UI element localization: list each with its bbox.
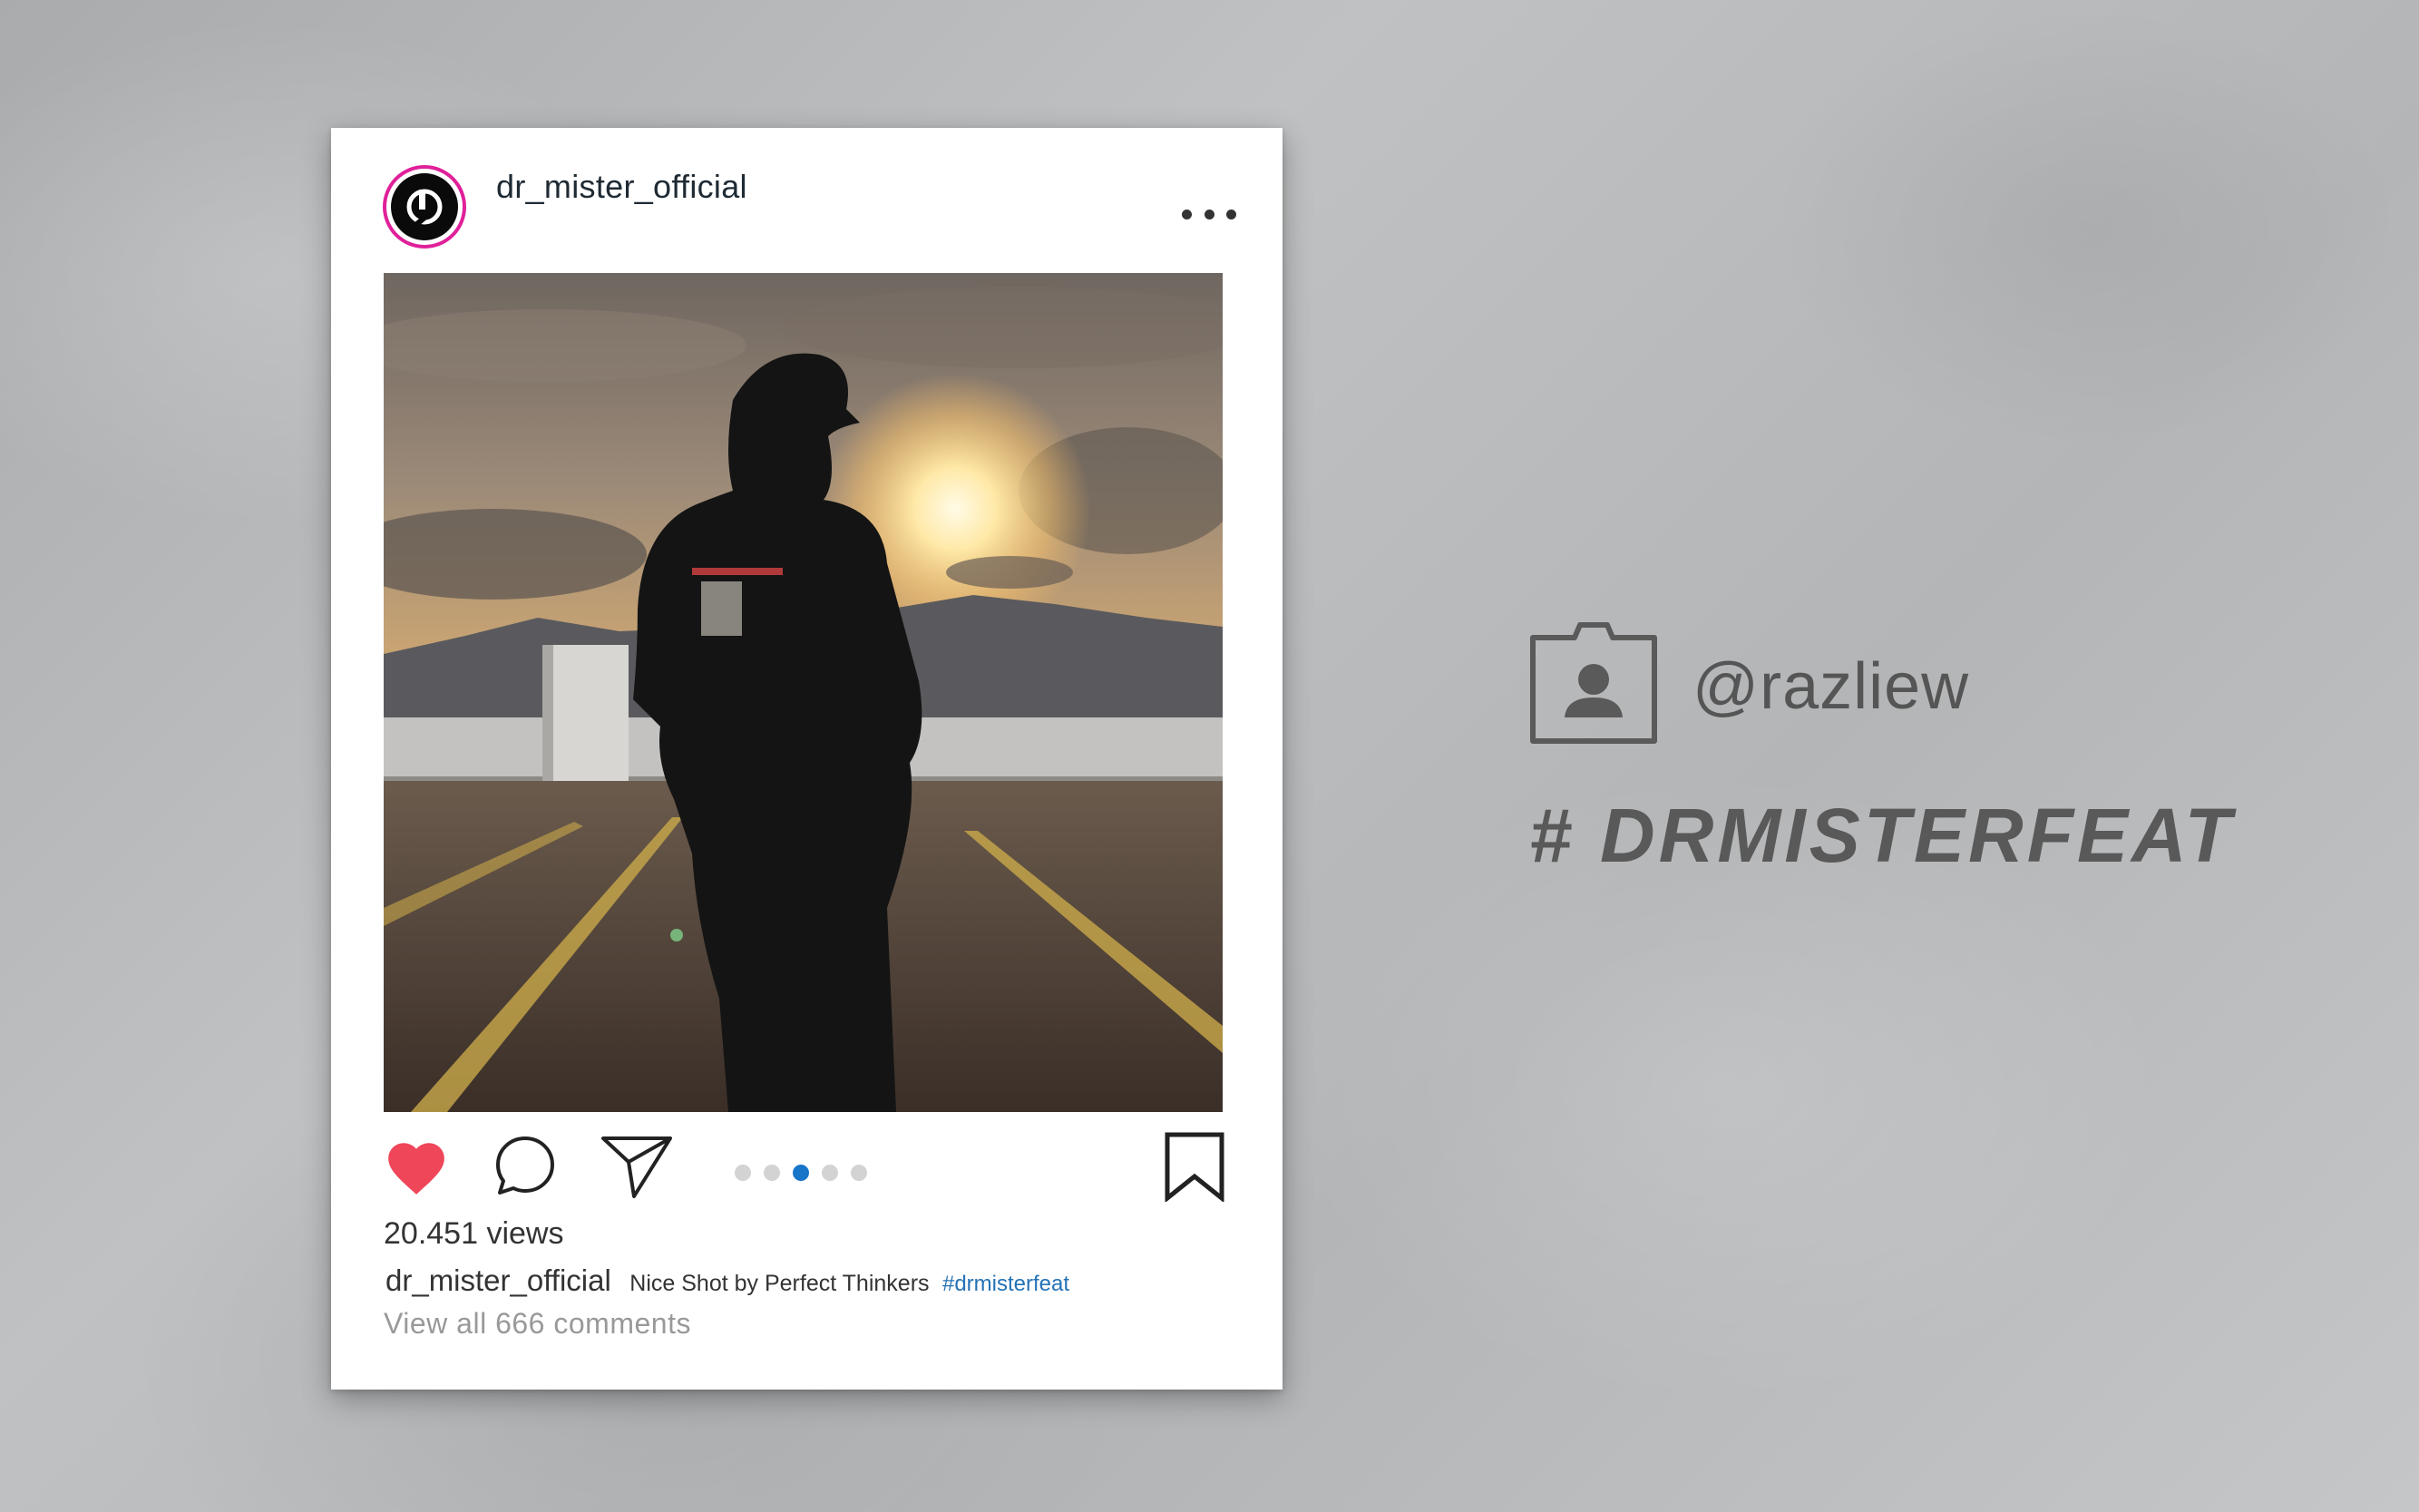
post-username[interactable]: dr_mister_official <box>496 168 747 206</box>
post-photo[interactable] <box>384 273 1223 1112</box>
comment-bubble-icon[interactable] <box>493 1133 558 1198</box>
view-count: 20.451 views <box>384 1216 564 1251</box>
more-options-button[interactable] <box>1182 200 1236 228</box>
caption-username[interactable]: dr_mister_official <box>385 1263 611 1297</box>
carousel-dot[interactable] <box>851 1165 867 1181</box>
brand-logo-icon <box>391 173 458 240</box>
carousel-dot[interactable] <box>822 1165 838 1181</box>
more-dots-icon <box>1182 209 1192 219</box>
more-dots-icon <box>1226 209 1236 219</box>
bookmark-icon[interactable] <box>1164 1131 1225 1204</box>
instagram-post-card: dr_mister_official 20.451 views dr_miste… <box>331 128 1283 1390</box>
profile-badge-icon <box>1527 619 1660 746</box>
more-dots-icon <box>1204 209 1214 219</box>
paper-plane-icon[interactable] <box>600 1133 674 1200</box>
carousel-dot[interactable] <box>764 1165 780 1181</box>
caption-hashtag-link[interactable]: #drmisterfeat <box>942 1272 1069 1296</box>
caption-text: Nice Shot by Perfect Thinkers <box>629 1271 930 1296</box>
view-all-comments-link[interactable]: View all 666 comments <box>384 1307 691 1341</box>
profile-avatar[interactable] <box>383 165 466 249</box>
carousel-indicator <box>735 1165 867 1181</box>
post-caption: dr_mister_official Nice Shot by Perfect … <box>385 1263 1069 1298</box>
carousel-dot-active[interactable] <box>793 1165 809 1181</box>
carousel-dot[interactable] <box>735 1165 751 1181</box>
heart-icon[interactable] <box>383 1135 450 1202</box>
photographer-handle: @razliew <box>1692 650 1970 723</box>
feature-hashtag: # DRMISTERFEAT <box>1529 793 2235 878</box>
